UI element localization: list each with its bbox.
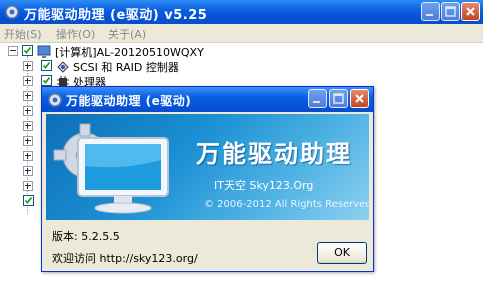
dialog-title: 万能驱动助理 (e驱动) [66, 94, 192, 108]
item-checkbox[interactable] [23, 195, 34, 206]
expand-icon[interactable] [23, 136, 33, 146]
version-text: 版本: 5.2.5.5 [52, 230, 120, 243]
collapse-icon[interactable] [8, 46, 18, 56]
banner-product-name: 万能驱动助理 [196, 140, 352, 168]
tree-item-scsi[interactable]: SCSI 和 RAID 控制器 [0, 58, 300, 74]
expand-icon[interactable] [23, 166, 33, 176]
about-banner: 万能驱动助理 IT天空 Sky123.Org © 2006-2012 All R… [46, 114, 369, 220]
minimize-button[interactable] [421, 2, 440, 21]
menu-operate[interactable]: 操作(O) [56, 26, 95, 42]
expand-icon[interactable] [23, 151, 33, 161]
expand-icon[interactable] [23, 106, 33, 116]
banner-site: IT天空 Sky123.Org [214, 179, 314, 192]
about-dialog: 万能驱动助理 (e驱动) 万能驱动助理 IT天空 Sky123.Org © 20… [41, 86, 374, 272]
scsi-checkbox[interactable] [41, 60, 52, 71]
menu-start[interactable]: 开始(S) [4, 26, 42, 42]
tree-root[interactable]: [计算机]AL-20120510WQXY [0, 44, 300, 59]
tree-item-processor[interactable]: 处理器 [0, 73, 300, 89]
main-window-title: 万能驱动助理 (e驱动) v5.25 [24, 8, 208, 23]
maximize-button[interactable] [441, 2, 460, 21]
processor-checkbox[interactable] [41, 75, 52, 86]
expand-icon[interactable] [23, 181, 33, 191]
expand-icon[interactable] [23, 76, 33, 86]
expand-icon[interactable] [23, 91, 33, 101]
dialog-minimize-button[interactable] [308, 89, 327, 108]
dialog-title-bar[interactable]: 万能驱动助理 (e驱动) [42, 87, 373, 112]
menu-about[interactable]: 关于(A) [108, 26, 146, 42]
dialog-maximize-button[interactable] [329, 89, 348, 108]
app-gear-icon [47, 92, 63, 108]
visit-link-text[interactable]: 欢迎访问 http://sky123.org/ [52, 250, 198, 266]
app-gear-icon [4, 4, 20, 20]
ok-button[interactable]: OK [317, 242, 367, 264]
root-checkbox[interactable] [22, 45, 33, 56]
close-button[interactable] [461, 2, 480, 21]
menu-bar: 开始(S) 操作(O) 关于(A) [0, 24, 483, 43]
expand-icon[interactable] [23, 61, 33, 71]
monitor-icon [76, 136, 171, 220]
main-title-bar[interactable]: 万能驱动助理 (e驱动) v5.25 [0, 0, 483, 24]
dialog-close-button[interactable] [350, 89, 369, 108]
expand-icon[interactable] [23, 121, 33, 131]
banner-copyright: © 2006-2012 All Rights Reserved [204, 199, 369, 210]
